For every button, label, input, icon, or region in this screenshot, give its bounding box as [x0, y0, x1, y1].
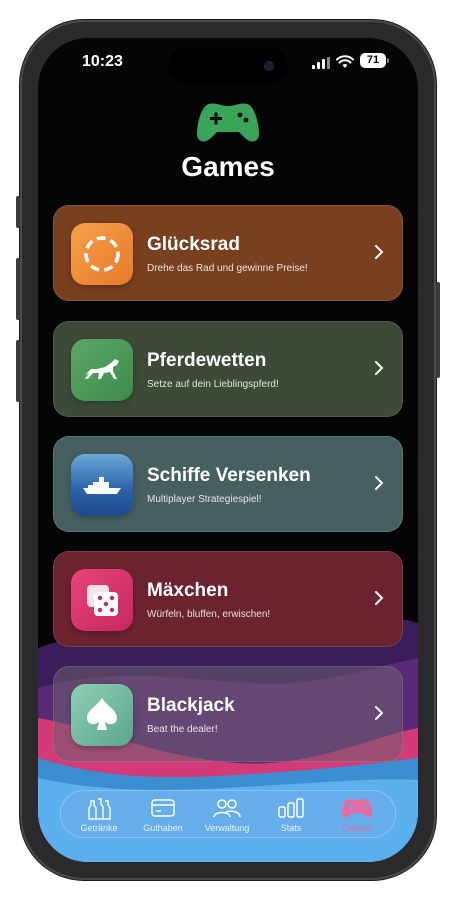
card-icon [151, 799, 175, 817]
game-card-blackjack[interactable]: Blackjack Beat the dealer! [53, 666, 403, 762]
wifi-icon [336, 55, 354, 68]
tab-label: Guthaben [143, 823, 183, 833]
game-title: Pferdewetten [147, 350, 267, 371]
people-icon [213, 799, 241, 818]
action-button [16, 196, 20, 228]
battery-indicator: 71 [360, 53, 386, 68]
game-title: Schiffe Versenken [147, 465, 311, 486]
chevron-right-icon [375, 706, 384, 720]
status-bar: 10:23 71 [38, 38, 418, 90]
tab-getraenke[interactable]: Getränke [67, 791, 131, 839]
gamepad-icon [341, 799, 373, 818]
screen: 10:23 71 Games Glücksrad Drehe das Rad u… [38, 38, 418, 862]
tab-verwaltung[interactable]: Verwaltung [195, 791, 259, 839]
chevron-right-icon [375, 591, 384, 605]
game-card-gluecksrad[interactable]: Glücksrad Drehe das Rad und gewinne Prei… [53, 205, 403, 301]
chevron-right-icon [375, 245, 384, 259]
chevron-right-icon [375, 476, 384, 490]
chevron-right-icon [375, 361, 384, 375]
game-card-maexchen[interactable]: Mäxchen Würfeln, bluffen, erwischen! [53, 551, 403, 647]
game-subtitle: Setze auf dein Lieblingspferd! [147, 379, 279, 390]
game-card-schiffe-versenken[interactable]: Schiffe Versenken Multiplayer Strategies… [53, 436, 403, 532]
tab-stats[interactable]: Stats [259, 791, 323, 839]
tab-label: Verwaltung [204, 823, 250, 833]
tab-games[interactable]: Games [325, 791, 389, 839]
game-subtitle: Drehe das Rad und gewinne Preise! [147, 263, 308, 274]
tab-guthaben[interactable]: Guthaben [131, 791, 195, 839]
camera-icon [264, 61, 274, 71]
volume-up-button [16, 258, 20, 320]
gamepad-icon [197, 103, 259, 142]
game-title: Mäxchen [147, 580, 229, 601]
game-subtitle: Würfeln, bluffen, erwischen! [147, 609, 271, 620]
status-time: 10:23 [82, 53, 123, 70]
tab-label: Stats [280, 823, 302, 833]
page-title: Games [181, 151, 275, 182]
tab-label: Getränke [80, 823, 118, 833]
bars-icon [278, 798, 304, 818]
battery-nub [387, 58, 389, 63]
game-card-pferdewetten[interactable]: Pferdewetten Setze auf dein Lieblingspfe… [53, 321, 403, 417]
game-title: Glücksrad [147, 234, 240, 255]
signal-icon [312, 57, 330, 69]
tab-label: Games [342, 823, 372, 833]
volume-down-button [16, 340, 20, 402]
horse-icon [71, 339, 133, 401]
tab-bar: Getränke Guthaben Verwaltung Stats Games [60, 790, 396, 838]
game-title: Blackjack [147, 695, 235, 716]
ship-icon [71, 454, 133, 516]
game-subtitle: Multiplayer Strategiespiel! [147, 494, 262, 505]
dice-icon [71, 569, 133, 631]
game-subtitle: Beat the dealer! [147, 724, 218, 735]
spade-icon [71, 684, 133, 746]
bottles-icon [88, 798, 111, 820]
power-button [436, 282, 440, 378]
wheel-icon [71, 223, 133, 285]
